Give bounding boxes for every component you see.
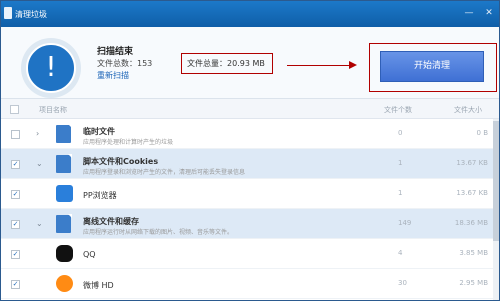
row-checkbox[interactable]: ✓ [11,250,20,259]
table-row[interactable]: › 临时文件 应用程序处理和计算时产生的垃圾 0 0 B [1,119,499,149]
document-icon [56,124,72,143]
row-count: 1 [398,159,403,167]
table-row[interactable]: ✓ 微博 HD 30 2.95 MB [1,269,499,299]
row-size: 13.67 KB [456,189,488,197]
qq-icon [56,245,73,262]
row-count: 30 [398,279,407,287]
title-bar: 清理垃圾 — ✕ [1,1,499,27]
row-checkbox[interactable]: ✓ [11,220,20,229]
row-count: 149 [398,219,412,227]
rescan-link[interactable]: 重新扫描 [97,70,129,81]
file-count-label: 文件总数： [97,59,137,68]
row-checkbox[interactable]: ✓ [11,280,20,289]
scrollbar-thumb[interactable] [493,121,499,241]
row-title: QQ [83,250,96,259]
row-title: 脚本文件和Cookies [83,157,159,166]
start-clean-button[interactable]: 开始清理 [380,51,484,82]
table-header: 项目名称 文件个数 文件大小 [1,99,499,119]
row-size: 18.36 MB [454,219,488,227]
row-description: 应用程序登录和浏览时产生的文件，清理后可能丢失登录信息 [83,169,246,176]
arrow-right-icon [349,61,357,69]
row-count: 4 [398,249,403,257]
clean-junk-window: 清理垃圾 — ✕ ! 扫描结束 文件总数：153 重新扫描 文件总量：20.93… [0,0,500,301]
row-title: PP浏览器 [83,191,117,200]
chevron-down-icon[interactable]: ⌄ [36,219,43,228]
file-count-value: 153 [137,59,153,68]
callout-arrow-line [287,65,351,66]
table-row[interactable]: ✓ PP浏览器 1 13.67 KB [1,179,499,209]
row-size: 2.95 MB [459,279,488,287]
row-title: 临时文件 [83,127,115,136]
row-size: 3.85 MB [459,249,488,257]
chevron-down-icon[interactable]: ⌄ [36,159,43,168]
row-title: 离线文件和缓存 [83,217,139,226]
row-checkbox[interactable] [11,130,20,139]
table-row[interactable]: ✓ ⌄ 脚本文件和Cookies 应用程序登录和浏览时产生的文件，清理后可能丢失… [1,149,499,179]
table-row[interactable]: ✓ QQ 4 3.85 MB [1,239,499,269]
row-size: 0 B [476,129,488,137]
row-checkbox[interactable]: ✓ [11,190,20,199]
weibo-icon [56,275,73,292]
close-icon[interactable]: ✕ [483,7,495,19]
window-title: 清理垃圾 [15,10,47,19]
select-all-checkbox[interactable] [10,105,19,114]
exclamation-icon: ! [26,43,76,93]
total-size-value: 20.93 MB [227,59,265,68]
scan-status: 扫描结束 [97,47,134,57]
file-count-text: 文件总数：153 [97,58,152,69]
document-icon [56,214,72,233]
row-count: 0 [398,129,403,137]
row-checkbox[interactable]: ✓ [11,160,20,169]
header-size[interactable]: 文件大小 [454,105,482,115]
row-count: 1 [398,189,403,197]
total-size-box: 文件总量：20.93 MB [181,53,273,74]
chevron-right-icon[interactable]: › [36,129,39,138]
app-icon [4,7,12,19]
row-description: 应用程序运行时从网络下载的图片、视频、音乐等文件。 [83,229,234,236]
pp-browser-icon [56,185,73,202]
header-name[interactable]: 项目名称 [39,105,67,115]
alert-icon: ! [21,38,81,98]
row-description: 应用程序处理和计算时产生的垃圾 [83,139,174,146]
table-row[interactable]: ✓ ⌄ 离线文件和缓存 应用程序运行时从网络下载的图片、视频、音乐等文件。 14… [1,209,499,239]
row-size: 13.67 KB [456,159,488,167]
row-title: 微博 HD [83,281,114,290]
document-icon [56,154,72,173]
minimize-icon[interactable]: — [463,7,475,19]
header-count[interactable]: 文件个数 [384,105,412,115]
total-size-label: 文件总量： [187,59,227,68]
